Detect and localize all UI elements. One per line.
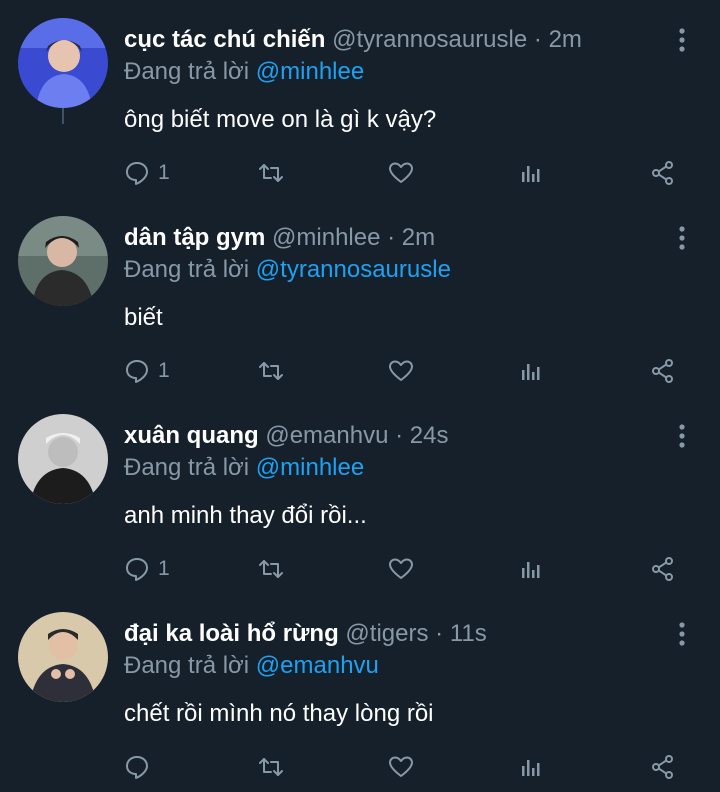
replying-label: Đang trả lời: [124, 256, 250, 283]
replying-mention[interactable]: @minhlee: [256, 454, 364, 481]
tweet-header: xuân quang @emanhvu · 24s: [124, 420, 660, 452]
analytics-icon: [522, 166, 540, 182]
replying-mention[interactable]: @minhlee: [256, 58, 364, 85]
retweet-button[interactable]: [258, 158, 284, 188]
avatar[interactable]: [18, 612, 108, 702]
share-button[interactable]: [650, 752, 676, 782]
tweet-actions: 1: [124, 356, 694, 386]
like-button[interactable]: [388, 554, 414, 584]
replying-mention[interactable]: @emanhvu: [256, 652, 379, 679]
like-button[interactable]: [388, 752, 414, 782]
user-handle[interactable]: @emanhvu: [265, 422, 388, 449]
tweet[interactable]: cục tác chú chiến @tyrannosaurusle · 2m …: [0, 0, 720, 198]
tweet-text: ông biết move on là gì k vậy?: [124, 106, 437, 133]
user-handle[interactable]: @tyrannosaurusle: [332, 26, 527, 53]
reply-button[interactable]: 1: [124, 356, 170, 386]
share-icon: [652, 161, 673, 185]
replying-label: Đang trả lời: [124, 454, 250, 481]
separator-dot: ·: [387, 224, 396, 251]
display-name[interactable]: đại ka loài hổ rừng: [124, 620, 339, 647]
timestamp[interactable]: 24s: [410, 422, 449, 449]
display-name[interactable]: xuân quang: [124, 422, 259, 449]
user-handle[interactable]: @minhlee: [272, 224, 380, 251]
more-icon[interactable]: [670, 422, 694, 450]
tweet-actions: 1: [124, 158, 694, 188]
reply-icon: [126, 162, 148, 185]
replying-label: Đang trả lời: [124, 652, 250, 679]
retweet-button[interactable]: [258, 554, 284, 584]
tweet-actions: 1: [124, 554, 694, 584]
avatar[interactable]: [18, 18, 108, 108]
avatar[interactable]: [18, 216, 108, 306]
retweet-icon: [259, 758, 283, 776]
timestamp[interactable]: 2m: [549, 26, 582, 53]
analytics-icon: [522, 364, 540, 380]
retweet-icon: [259, 164, 283, 182]
reply-count: 1: [158, 557, 170, 580]
display-name[interactable]: cục tác chú chiến: [124, 26, 325, 53]
timestamp[interactable]: 11s: [450, 620, 487, 647]
separator-dot: ·: [533, 26, 542, 53]
tweet-text: biết: [124, 304, 163, 331]
tweet-actions: [124, 752, 694, 782]
separator-dot: ·: [395, 422, 404, 449]
tweet-header: cục tác chú chiến @tyrannosaurusle · 2m: [124, 24, 660, 56]
retweet-icon: [259, 362, 283, 380]
replying-to: Đang trả lời @minhlee: [124, 452, 364, 484]
replying-to: Đang trả lời @minhlee: [124, 56, 364, 88]
tweet-text: anh minh thay đổi rồi...: [124, 502, 367, 529]
like-button[interactable]: [388, 356, 414, 386]
share-button[interactable]: [650, 356, 676, 386]
tweet-header: đại ka loài hổ rừng @tigers · 11s: [124, 618, 660, 650]
like-icon: [389, 558, 413, 579]
retweet-icon: [259, 560, 283, 578]
analytics-button[interactable]: [518, 554, 544, 584]
like-icon: [389, 360, 413, 381]
tweet[interactable]: dân tập gym @minhlee · 2m Đang trả lời @…: [0, 198, 720, 396]
analytics-button[interactable]: [518, 356, 544, 386]
analytics-button[interactable]: [518, 752, 544, 782]
share-icon: [652, 557, 673, 581]
analytics-button[interactable]: [518, 158, 544, 188]
reply-icon: [126, 360, 148, 383]
retweet-button[interactable]: [258, 752, 284, 782]
tweet[interactable]: xuân quang @emanhvu · 24s Đang trả lời @…: [0, 396, 720, 594]
share-icon: [652, 755, 673, 779]
reply-count: 1: [158, 359, 170, 382]
reply-icon: [126, 756, 148, 779]
tweet[interactable]: đại ka loài hổ rừng @tigers · 11s Đang t…: [0, 594, 720, 792]
retweet-button[interactable]: [258, 356, 284, 386]
replying-mention[interactable]: @tyrannosaurusle: [256, 256, 451, 283]
analytics-icon: [522, 562, 540, 578]
separator-dot: ·: [435, 620, 444, 647]
analytics-icon: [522, 760, 540, 776]
replying-to: Đang trả lời @emanhvu: [124, 650, 379, 682]
reply-count: 1: [158, 161, 170, 184]
avatar[interactable]: [18, 414, 108, 504]
share-button[interactable]: [650, 554, 676, 584]
more-icon[interactable]: [670, 224, 694, 252]
timestamp[interactable]: 2m: [402, 224, 435, 251]
tweet-header: dân tập gym @minhlee · 2m: [124, 222, 660, 254]
reply-icon: [126, 558, 148, 581]
reply-button[interactable]: [124, 752, 158, 782]
share-icon: [652, 359, 673, 383]
more-icon[interactable]: [670, 620, 694, 648]
display-name[interactable]: dân tập gym: [124, 224, 265, 251]
replying-to: Đang trả lời @tyrannosaurusle: [124, 254, 451, 286]
like-icon: [389, 756, 413, 777]
replying-label: Đang trả lời: [124, 58, 250, 85]
user-handle[interactable]: @tigers: [345, 620, 428, 647]
share-button[interactable]: [650, 158, 676, 188]
like-icon: [389, 162, 413, 183]
reply-button[interactable]: 1: [124, 158, 170, 188]
tweet-text: chết rồi mình nó thay lòng rồi: [124, 700, 434, 727]
like-button[interactable]: [388, 158, 414, 188]
reply-button[interactable]: 1: [124, 554, 170, 584]
more-icon[interactable]: [670, 26, 694, 54]
